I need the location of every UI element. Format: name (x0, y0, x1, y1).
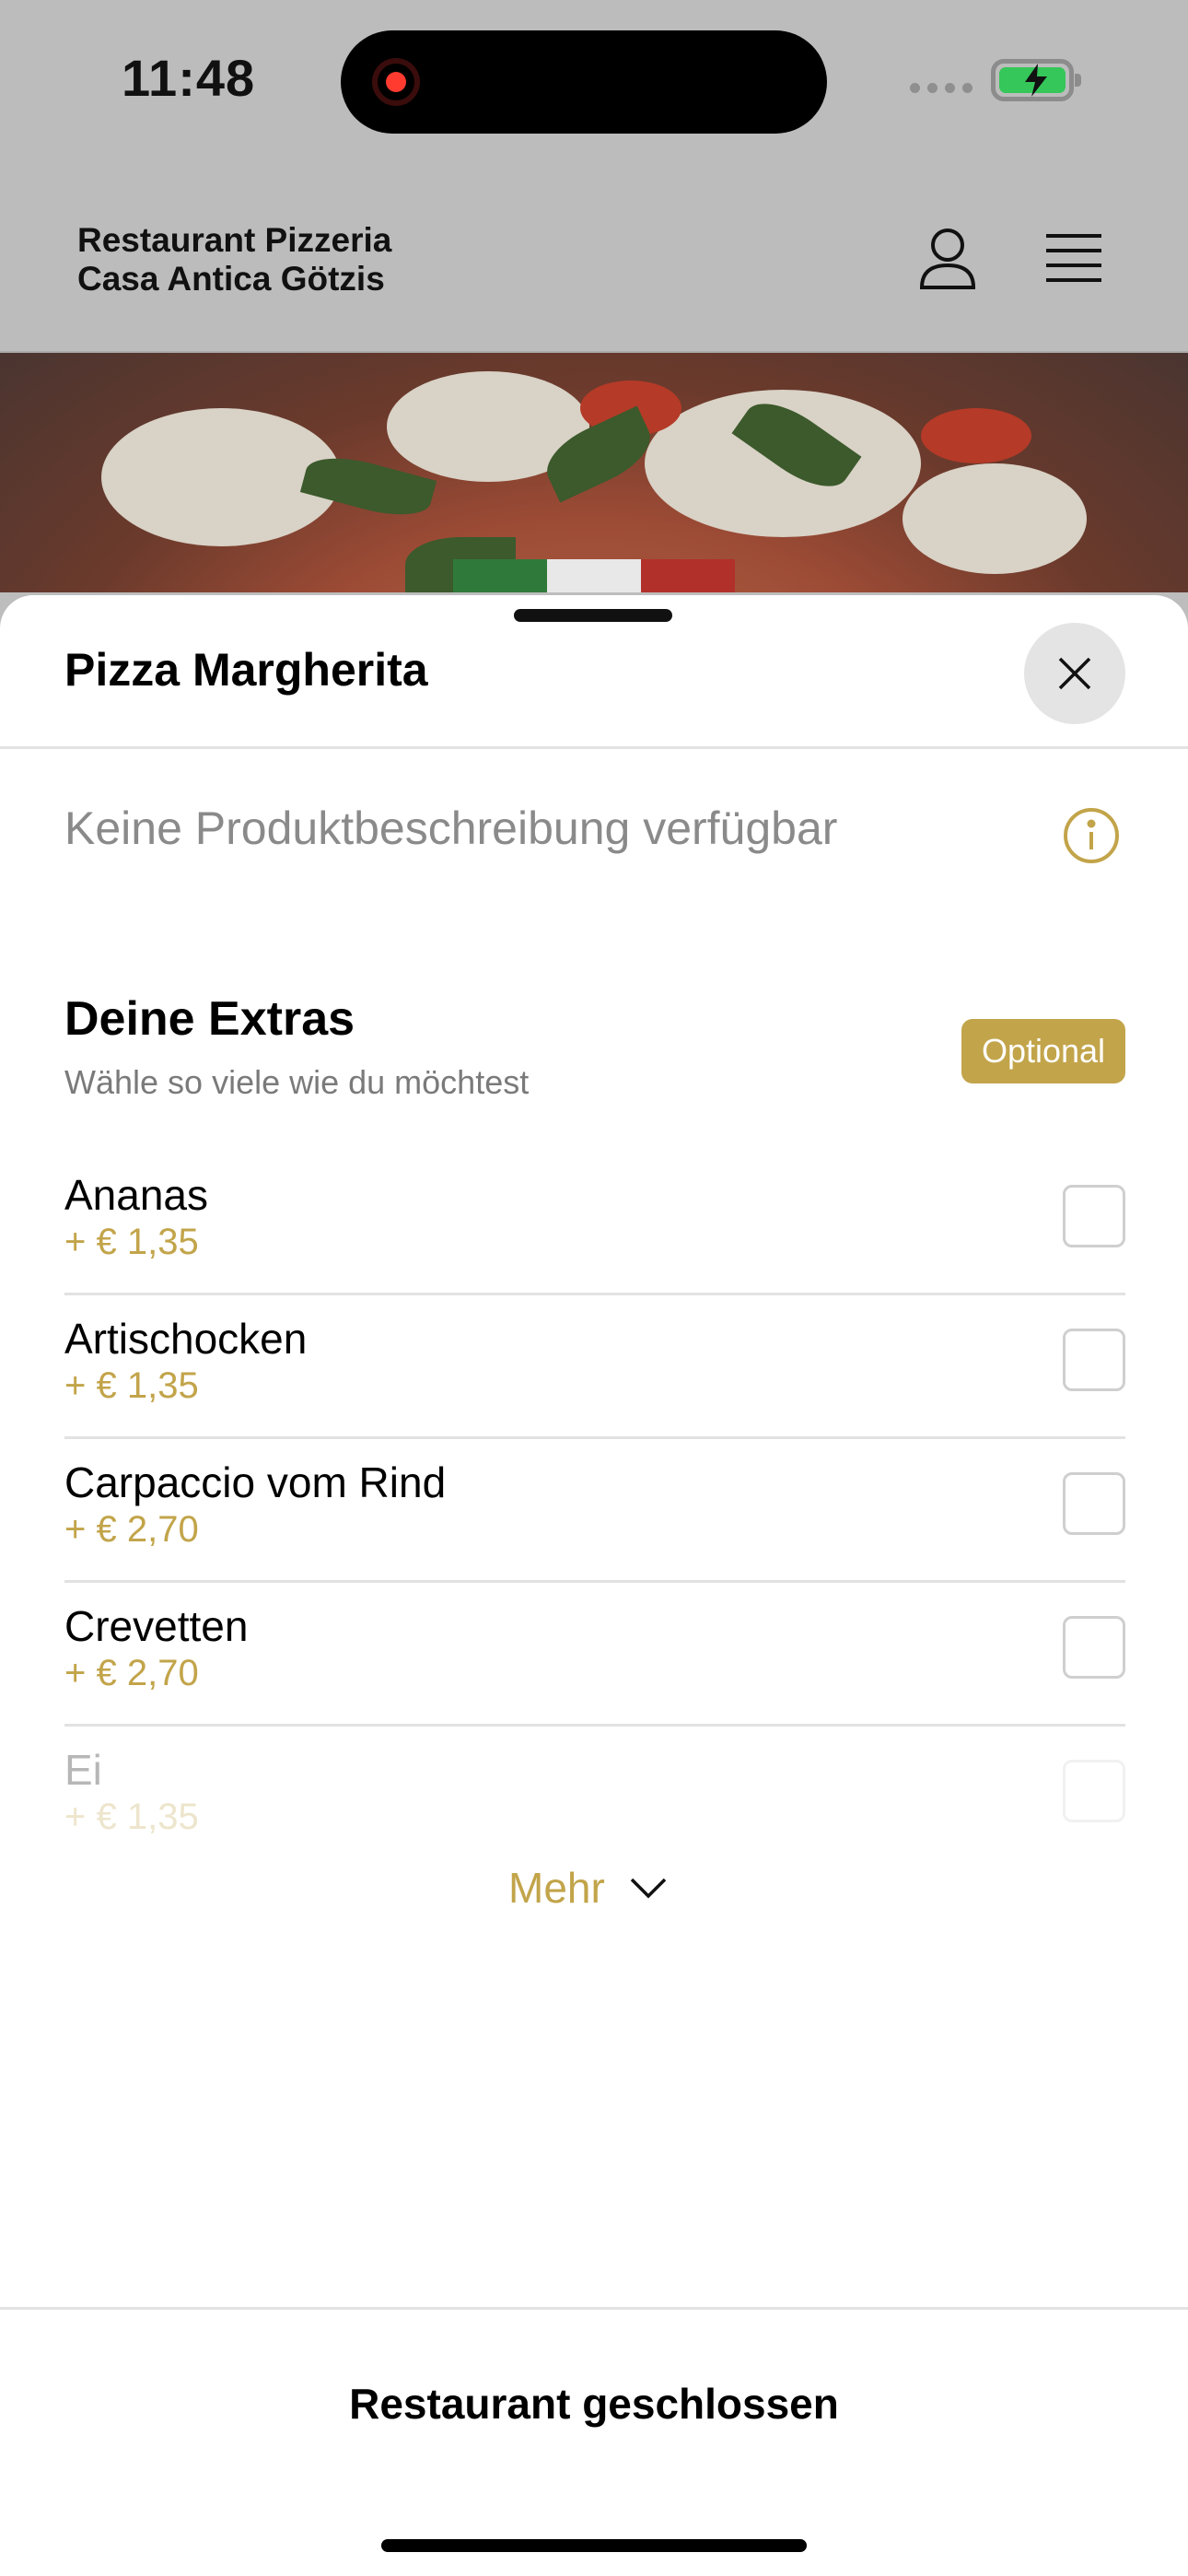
status-bar: 11:48 (0, 0, 1188, 166)
more-button[interactable]: Mehr (508, 1863, 668, 1913)
extra-name: Artischocken (64, 1315, 308, 1363)
record-icon (372, 58, 420, 106)
extra-price: + € 1,35 (64, 1797, 199, 1837)
extra-name: Carpaccio vom Rind (64, 1458, 447, 1506)
restaurant-name-line2: Casa Antica Götzis (77, 260, 385, 298)
signal-icon (910, 83, 974, 96)
italian-flag (453, 559, 735, 592)
extra-item[interactable]: Artischocken + € 1,35 (64, 1295, 1125, 1439)
extra-checkbox[interactable] (1063, 1760, 1125, 1822)
home-indicator[interactable] (381, 2539, 807, 2552)
restaurant-closed-label: Restaurant geschlossen (349, 2380, 839, 2428)
extra-checkbox[interactable] (1063, 1185, 1125, 1247)
divider (0, 2307, 1188, 2310)
product-description: Keine Produktbeschreibung verfügbar (64, 802, 838, 854)
pizza-hero-image (0, 353, 1188, 592)
user-icon[interactable] (917, 227, 978, 291)
extra-checkbox[interactable] (1063, 1472, 1125, 1535)
extras-list: Ananas + € 1,35 Artischocken + € 1,35 Ca… (64, 1152, 1125, 1870)
product-sheet: Pizza Margherita Keine Produktbeschreibu… (0, 595, 1188, 2576)
extra-item[interactable]: Ei + € 1,35 (64, 1727, 1125, 1870)
extra-item[interactable]: Carpaccio vom Rind + € 2,70 (64, 1439, 1125, 1583)
extra-name: Ananas (64, 1171, 209, 1219)
extra-price: + € 1,35 (64, 1222, 199, 1262)
extra-name: Crevetten (64, 1602, 249, 1650)
sheet-grabber[interactable] (514, 609, 672, 622)
chevron-down-icon (630, 1878, 667, 1899)
info-icon[interactable] (1063, 807, 1120, 864)
extras-title: Deine Extras (64, 992, 355, 1046)
extra-item[interactable]: Crevetten + € 2,70 (64, 1583, 1125, 1727)
status-time: 11:48 (122, 49, 256, 107)
product-title: Pizza Margherita (64, 644, 428, 696)
restaurant-name[interactable]: Restaurant Pizzeria Casa Antica Götzis (77, 221, 391, 299)
app-header: Restaurant Pizzeria Casa Antica Götzis (0, 166, 1188, 353)
extra-price: + € 1,35 (64, 1365, 199, 1406)
extra-price: + € 2,70 (64, 1653, 199, 1693)
divider (0, 746, 1188, 749)
extra-item[interactable]: Ananas + € 1,35 (64, 1152, 1125, 1295)
menu-icon[interactable] (1044, 232, 1103, 286)
dynamic-island (341, 30, 827, 134)
extras-subtitle: Wähle so viele wie du möchtest (64, 1063, 530, 1101)
extra-name: Ei (64, 1746, 102, 1794)
close-icon (1058, 657, 1091, 690)
extra-checkbox[interactable] (1063, 1616, 1125, 1679)
battery-icon (991, 59, 1081, 101)
optional-badge: Optional (961, 1019, 1125, 1083)
more-label: Mehr (508, 1864, 605, 1912)
extra-checkbox[interactable] (1063, 1329, 1125, 1391)
restaurant-name-line1: Restaurant Pizzeria (77, 221, 392, 259)
extra-price: + € 2,70 (64, 1509, 199, 1550)
close-button[interactable] (1024, 623, 1125, 724)
